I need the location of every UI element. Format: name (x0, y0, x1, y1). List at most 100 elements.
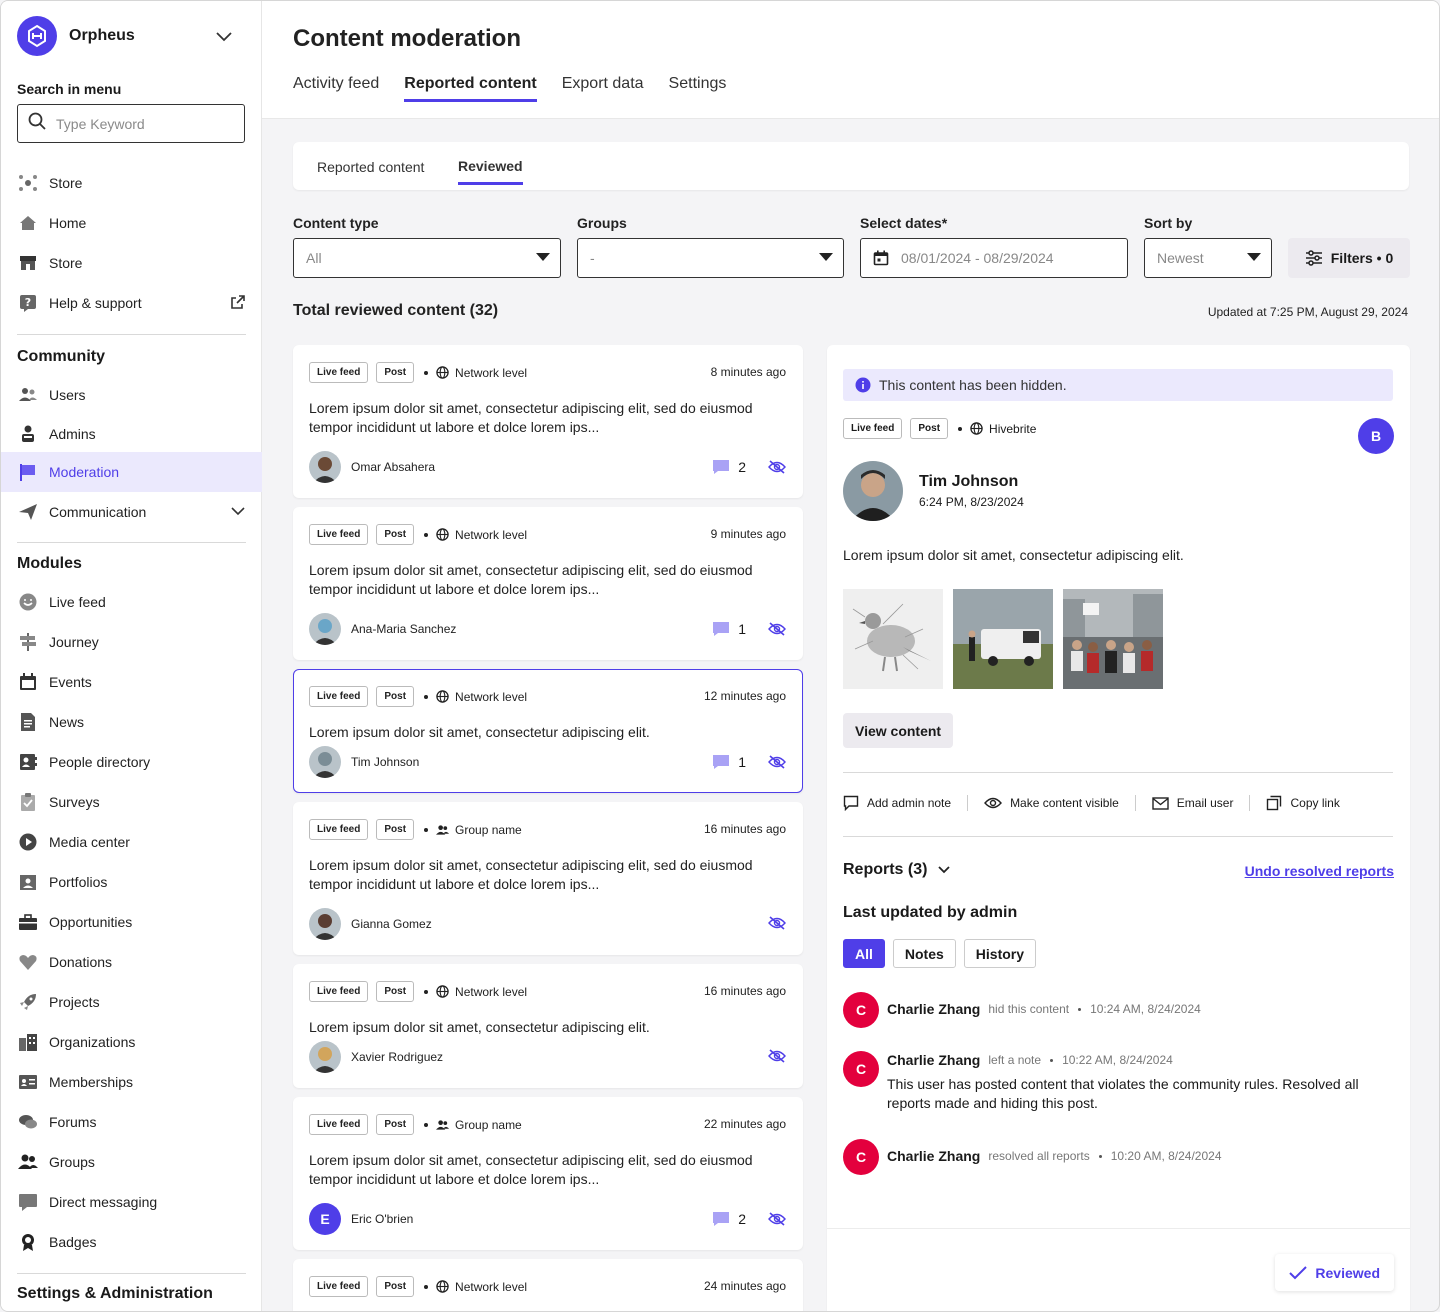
sidebar-item-media-center[interactable]: Media center (1, 822, 262, 862)
sidebar-item-store-2[interactable]: Store (1, 243, 262, 283)
hidden-eye-icon[interactable] (768, 1212, 786, 1226)
reports-toggle[interactable]: Reports (3) (843, 861, 951, 879)
sidebar-item-label: Surveys (49, 794, 100, 810)
sidebar-item-label: Portfolios (49, 874, 108, 890)
hidden-eye-icon[interactable] (768, 916, 786, 930)
date-range-input[interactable]: 08/01/2024 - 08/29/2024 (860, 238, 1128, 278)
menu-search-input[interactable] (56, 115, 226, 132)
sort-select[interactable]: Newest (1144, 238, 1272, 278)
eye-icon (984, 796, 1010, 810)
tab-export-data[interactable]: Export data (562, 75, 644, 102)
sidebar-item-direct-messaging[interactable]: Direct messaging (1, 1182, 262, 1222)
sidebar-item-forums[interactable]: Forums (1, 1102, 262, 1142)
sidebar-item-groups[interactable]: Groups (1, 1142, 262, 1182)
sidebar-item-news[interactable]: News (1, 702, 262, 742)
sidebar-item-portfolios[interactable]: Portfolios (1, 862, 262, 902)
chevron-down-icon[interactable] (230, 503, 246, 522)
content-card[interactable]: Live feed Post Network level 12 minutes ago… (293, 669, 803, 793)
content-card[interactable]: Live feed Post Group name 22 minutes ago Lor… (293, 1097, 803, 1250)
content-card[interactable]: Live feed Post Network level 9 minutes ago L… (293, 507, 803, 660)
globe-icon (970, 422, 983, 435)
copy-link-button[interactable]: Copy link (1266, 795, 1340, 811)
badge-icon (17, 1231, 39, 1253)
rocket-icon (17, 991, 39, 1013)
comment-icon (712, 1211, 730, 1227)
user-badge: B (1358, 418, 1394, 454)
card-time: 8 minutes ago (710, 365, 786, 379)
subtab-reported-content[interactable]: Reported content (317, 159, 424, 183)
attachment-thumbnail[interactable] (953, 589, 1053, 689)
subtab-reviewed[interactable]: Reviewed (458, 158, 523, 185)
hidden-eye-icon[interactable] (768, 622, 786, 636)
sidebar-item-journey[interactable]: Journey (1, 622, 262, 662)
caret-down-icon (536, 253, 550, 261)
total-reviewed-label: Total reviewed content (32) (293, 302, 499, 319)
sidebar-item-surveys[interactable]: Surveys (1, 782, 262, 822)
attachment-thumbnail[interactable] (843, 589, 943, 689)
sidebar-item-home[interactable]: Home (1, 203, 262, 243)
sidebar-item-donations[interactable]: Donations (1, 942, 262, 982)
sidebar-item-projects[interactable]: Projects (1, 982, 262, 1022)
card-stats (768, 1049, 786, 1063)
separator-dot (1050, 1058, 1054, 1062)
chip-notes[interactable]: Notes (892, 939, 956, 968)
sidebar-item-admins[interactable]: Admins (1, 415, 262, 452)
hidden-eye-icon[interactable] (768, 755, 786, 769)
content-type-label: Content type (293, 215, 379, 231)
chip-history[interactable]: History (963, 939, 1037, 968)
attachment-thumbnail[interactable] (1063, 589, 1163, 689)
divider (843, 772, 1393, 773)
view-content-button[interactable]: View content (843, 713, 954, 748)
hidden-eye-icon[interactable] (768, 1049, 786, 1063)
sidebar-item-help[interactable]: ? Help & support (1, 283, 262, 323)
dates-label: Select dates* (860, 215, 948, 231)
content-card[interactable]: Live feed Post Network level 24 minutes ago (293, 1259, 803, 1311)
sidebar-item-label: News (49, 714, 85, 730)
sidebar-item-memberships[interactable]: Memberships (1, 1062, 262, 1102)
tag-live-feed: Live feed (309, 819, 369, 840)
chip-all[interactable]: All (843, 939, 885, 968)
filters-button[interactable]: Filters • 0 (1288, 238, 1410, 278)
sidebar-item-badges[interactable]: Badges (1, 1222, 262, 1262)
make-visible-button[interactable]: Make content visible (984, 796, 1119, 810)
hidden-eye-icon[interactable] (768, 460, 786, 474)
building-icon (17, 1031, 39, 1053)
send-icon (17, 501, 39, 523)
content-type-value: All (306, 250, 322, 266)
add-admin-note-button[interactable]: Add admin note (843, 795, 951, 811)
sidebar-item-label: Direct messaging (49, 1194, 158, 1210)
separator-dot (1098, 1154, 1102, 1158)
undo-resolved-reports-link[interactable]: Undo resolved reports (1245, 863, 1394, 879)
sidebar-item-label: Forums (49, 1114, 97, 1130)
search-icon (28, 112, 46, 135)
sidebar-item-store[interactable]: Store (1, 163, 262, 203)
content-card[interactable]: Live feed Post Group name 16 minutes ago Lor… (293, 802, 803, 955)
sidebar-item-live-feed[interactable]: Live feed (1, 582, 262, 622)
avatar (843, 461, 903, 521)
sidebar-item-events[interactable]: Events (1, 662, 262, 702)
email-user-button[interactable]: Email user (1152, 796, 1233, 810)
reports-label: Reports (3) (843, 861, 928, 878)
sidebar-item-users[interactable]: Users (1, 375, 262, 415)
workspace-switcher[interactable]: Orpheus (17, 15, 245, 57)
sidebar-item-communication[interactable]: Communication (1, 492, 262, 532)
groups-select[interactable]: - (577, 238, 844, 278)
reviewed-button[interactable]: Reviewed (1275, 1254, 1394, 1291)
clipboard-icon (17, 791, 39, 813)
contacts-icon (17, 751, 39, 773)
sidebar-item-people-directory[interactable]: People directory (1, 742, 262, 782)
content-type-select[interactable]: All (293, 238, 561, 278)
content-card[interactable]: Live feed Post Network level 16 minutes ago… (293, 964, 803, 1088)
tab-settings[interactable]: Settings (669, 75, 727, 102)
tab-reported-content[interactable]: Reported content (404, 75, 537, 102)
comment-count: 1 (738, 621, 746, 637)
sidebar-item-label: Live feed (49, 594, 106, 610)
divider (843, 836, 1393, 837)
history-time: 10:20 AM, 8/24/2024 (1110, 1149, 1222, 1163)
content-card[interactable]: Live feed Post Network level 8 minutes ago L… (293, 345, 803, 498)
sidebar-item-opportunities[interactable]: Opportunities (1, 902, 262, 942)
tab-activity-feed[interactable]: Activity feed (293, 75, 379, 102)
sidebar-item-moderation[interactable]: Moderation (1, 452, 262, 492)
card-stats: 2 (712, 1211, 786, 1227)
sidebar-item-organizations[interactable]: Organizations (1, 1022, 262, 1062)
